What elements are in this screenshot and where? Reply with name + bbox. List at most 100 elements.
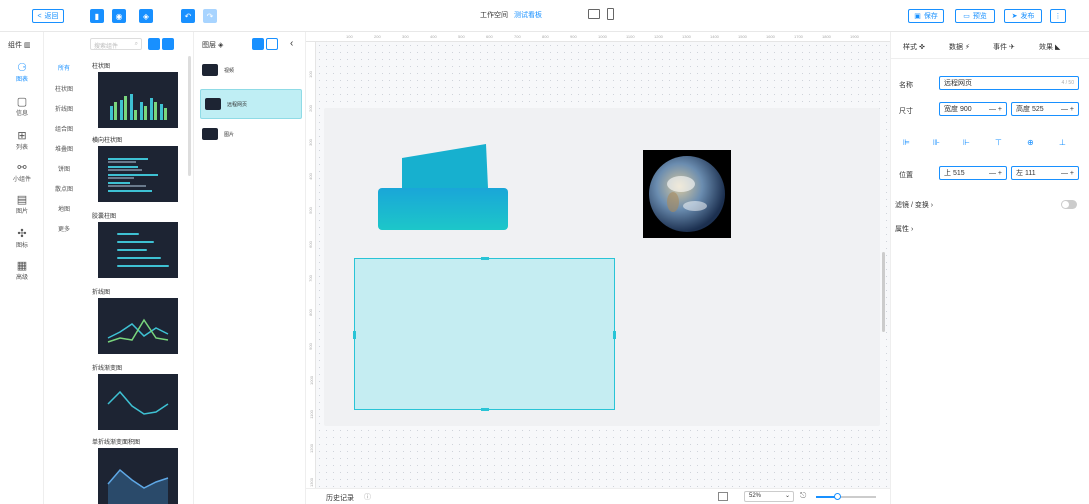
info-icon: ▢: [16, 96, 28, 108]
layer-list-view-button[interactable]: [266, 38, 278, 50]
scrollbar[interactable]: [188, 56, 191, 176]
align-hcenter-icon[interactable]: ⊪: [933, 138, 940, 147]
category-all[interactable]: 所有: [44, 63, 84, 72]
align-top-icon[interactable]: ⊤: [995, 138, 1002, 147]
name-input[interactable]: 远程网页 4 / 50: [939, 76, 1079, 90]
category-map[interactable]: 地图: [44, 204, 84, 213]
nav-item-widget[interactable]: ⚯ 小组件: [0, 162, 44, 183]
tab-data[interactable]: 数据 ⚡: [949, 42, 970, 52]
left-input[interactable]: 左 111— +: [1011, 166, 1079, 180]
nav-item-advanced[interactable]: ▦ 高级: [0, 260, 44, 281]
desktop-view-icon[interactable]: [588, 9, 600, 19]
category-pie[interactable]: 饼图: [44, 164, 84, 173]
search-input-box[interactable]: 搜索组件 ⌕: [90, 38, 142, 50]
redo-icon[interactable]: ↷: [203, 9, 217, 23]
webpage-layer-icon: [205, 98, 221, 110]
card-line-gradient[interactable]: 折线渐变图: [92, 364, 184, 430]
canvas-scrollbar-v[interactable]: [882, 252, 885, 332]
preview-icon: ▭: [963, 13, 970, 20]
category-stack[interactable]: 堆叠图: [44, 144, 84, 153]
card-horizontal-bar[interactable]: 横向柱状图: [92, 136, 184, 202]
chart-tool-icon[interactable]: ▮: [90, 9, 104, 23]
chevron-right-icon: ›: [910, 226, 914, 233]
layer-thumb-view-button[interactable]: [252, 38, 264, 50]
filter-transform-toggle[interactable]: 滤镜 / 变换 ›: [895, 200, 933, 210]
earth-image[interactable]: [643, 150, 731, 238]
list-view-button[interactable]: [162, 38, 174, 50]
vertical-ruler: 100 200 300 400 500 600 700 800 900 1000 1100 1200 1…: [306, 42, 316, 504]
nav-item-chart[interactable]: ⚆ 图表: [0, 62, 44, 83]
video-component[interactable]: [378, 144, 508, 234]
top-toolbar: < 返回 ▮ ◉ ◈ ↶ ↷ 工作空间 测试看板 ▣ 保存 ▭ 预览 ➤ 发布 ⋮: [0, 0, 1089, 32]
category-combo[interactable]: 组合图: [44, 124, 84, 133]
ruler-tick-label: 600: [486, 34, 493, 39]
theme-tool-icon[interactable]: ◈: [139, 9, 153, 23]
layer-item-webpage[interactable]: 远程网页: [200, 89, 302, 119]
ruler-tick-label: 1800: [822, 34, 831, 39]
align-bottom-icon[interactable]: ⊥: [1059, 138, 1066, 147]
list-icon: ⊞: [17, 130, 27, 142]
nav-item-info[interactable]: ▢ 信息: [0, 96, 44, 117]
resize-handle-right[interactable]: [613, 331, 616, 339]
top-input[interactable]: 上 515— +: [939, 166, 1007, 180]
align-left-icon[interactable]: ⊫: [903, 138, 910, 147]
category-bar[interactable]: 柱状图: [44, 84, 84, 93]
board-title: 工作空间 测试看板: [480, 12, 542, 19]
mobile-view-icon[interactable]: [607, 8, 614, 20]
attribute-toggle[interactable]: 属性 ›: [895, 224, 913, 234]
layer-item-image[interactable]: 图片: [202, 126, 298, 142]
resize-handle-bottom[interactable]: [481, 408, 489, 411]
resize-handle-left[interactable]: [353, 331, 356, 339]
align-right-icon[interactable]: ⊩: [963, 138, 970, 147]
tab-style[interactable]: 样式 ✜: [903, 42, 925, 52]
tab-effect[interactable]: 效果 ◣: [1039, 42, 1060, 52]
ruler-tick-label: 100: [346, 34, 353, 39]
lock-icon[interactable]: ⎋: [800, 491, 806, 501]
category-more[interactable]: 更多: [44, 224, 84, 233]
filter-switch[interactable]: [1061, 200, 1077, 209]
canvas-area[interactable]: 100 200 300 400 500 600 700 800 900 1000 1100 1200 1…: [306, 32, 890, 504]
line-chart-thumbnail: [98, 298, 178, 354]
line-gradient-thumbnail: [98, 374, 178, 430]
ruler-tick-label: 1100: [626, 34, 635, 39]
width-input[interactable]: 宽度 900— +: [939, 102, 1007, 116]
back-button[interactable]: < 返回: [32, 9, 64, 23]
card-area-gradient[interactable]: 单折线渐变面积图: [92, 438, 184, 504]
layer-item-video[interactable]: 视频: [202, 62, 298, 78]
card-line[interactable]: 折线图: [92, 288, 184, 354]
nav-item-icon[interactable]: ✣ 图标: [0, 228, 44, 249]
undo-icon[interactable]: ↶: [181, 9, 195, 23]
capsule-bar-thumbnail: [98, 222, 178, 278]
nav-item-image[interactable]: ▤ 图片: [0, 194, 44, 215]
card-capsule-bar[interactable]: 胶囊柱图: [92, 212, 184, 278]
ruler-tick-label: 1400: [710, 34, 719, 39]
tab-event[interactable]: 事件 ✈: [993, 42, 1015, 52]
card-bar[interactable]: 柱状图: [92, 62, 184, 128]
send-icon: ➤: [1011, 13, 1018, 20]
zoom-slider[interactable]: [816, 493, 876, 500]
resize-handle-top[interactable]: [481, 257, 489, 260]
minimap-icon[interactable]: [718, 492, 728, 501]
history-button[interactable]: 历史记录: [326, 493, 354, 503]
align-vcenter-icon[interactable]: ⊕: [1027, 138, 1034, 147]
ruler-tick-label: 500: [307, 207, 313, 214]
ruler-tick-label: 400: [307, 173, 313, 180]
category-line[interactable]: 折线图: [44, 104, 84, 113]
grid-view-button[interactable]: [148, 38, 160, 50]
category-scatter[interactable]: 散点图: [44, 184, 84, 193]
preview-button[interactable]: ▭ 预览: [955, 9, 995, 23]
layer-tool-icon[interactable]: ◉: [112, 9, 126, 23]
more-button[interactable]: ⋮: [1050, 9, 1066, 23]
webpage-component-selected[interactable]: [353, 257, 616, 411]
ruler-tick-label: 700: [307, 275, 313, 282]
ruler-tick-label: 1200: [308, 444, 314, 453]
nav-item-list[interactable]: ⊞ 列表: [0, 130, 44, 151]
ruler-tick-label: 1300: [682, 34, 691, 39]
zoom-select[interactable]: 52% ⌄: [744, 491, 794, 502]
collapse-arrow-icon[interactable]: ‹: [290, 38, 293, 49]
publish-button[interactable]: ➤ 发布: [1004, 9, 1042, 23]
height-input[interactable]: 高度 525— +: [1011, 102, 1079, 116]
save-button[interactable]: ▣ 保存: [908, 9, 944, 23]
image-icon: ▤: [16, 194, 28, 206]
help-icon[interactable]: ⓘ: [364, 492, 371, 502]
